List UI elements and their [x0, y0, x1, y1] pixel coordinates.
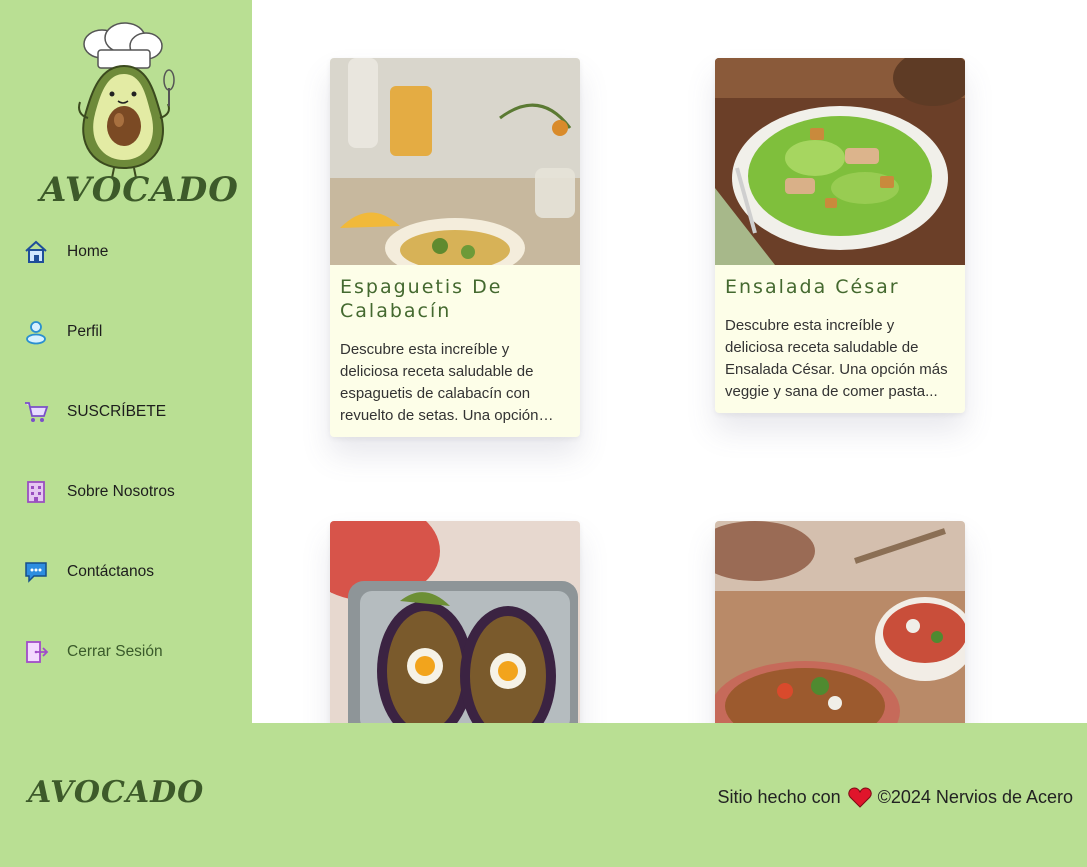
zucchini-spaghetti-photo: [330, 58, 580, 265]
building-icon: [22, 478, 50, 506]
sidebar: AVOCADO Home Perfil SUSCRÍBETE Sobre Nos…: [0, 0, 252, 723]
home-icon: [22, 238, 50, 266]
recipe-description: Descubre esta increíble y deliciosa rece…: [340, 341, 539, 424]
recipe-grid: Espaguetis De Calabacín Descubre esta in…: [252, 0, 1087, 723]
quinoa-salad-photo: [715, 521, 965, 723]
sidebar-item-label: Contáctanos: [67, 563, 155, 580]
sidebar-item-home[interactable]: Home: [22, 232, 242, 272]
stuffed-eggplant-photo: [330, 521, 580, 723]
sidebar-logo-text: AVOCADO: [40, 170, 239, 210]
credit-suffix: ©2024 Nervios de Acero: [877, 787, 1073, 807]
sidebar-item-label: Perfil: [67, 323, 103, 340]
sidebar-item-sobre-nosotros[interactable]: Sobre Nosotros: [22, 472, 242, 512]
recipe-title: Espaguetis De Calabacín: [340, 276, 503, 322]
recipe-title: Ensalada César: [725, 276, 900, 298]
footer-logo-text[interactable]: AVOCADO: [28, 775, 204, 810]
sidebar-item-cerrar-sesion[interactable]: Cerrar Sesión: [22, 632, 242, 672]
cart-icon: [22, 398, 50, 426]
sidebar-item-label: SUSCRÍBETE: [67, 403, 167, 420]
footer-credit: Sitio hecho con ©2024 Nervios de Acero: [718, 787, 1073, 808]
credit-prefix: Sitio hecho con: [717, 787, 841, 807]
sidebar-item-label: Home: [67, 243, 109, 260]
caesar-salad-photo: [715, 58, 965, 265]
sidebar-item-label: Sobre Nosotros: [67, 483, 175, 500]
chat-icon: [22, 558, 50, 586]
sidebar-item-contactanos[interactable]: Contáctanos: [22, 552, 242, 592]
sidebar-item-suscribete[interactable]: SUSCRÍBETE: [22, 392, 242, 432]
recipe-card[interactable]: Ensalada César Descubre esta increíble y…: [715, 58, 965, 413]
logout-icon: [22, 638, 50, 666]
footer: AVOCADO Sitio hecho con ©2024 Nervios de…: [0, 723, 1087, 867]
recipe-card[interactable]: [330, 521, 580, 723]
user-icon: [22, 318, 50, 346]
sidebar-item-label: Cerrar Sesión: [67, 643, 163, 660]
recipe-description: Descubre esta increíble y deliciosa rece…: [725, 317, 948, 400]
sidebar-item-perfil[interactable]: Perfil: [22, 312, 242, 352]
heart-icon: [847, 787, 872, 808]
recipe-card[interactable]: Espaguetis De Calabacín Descubre esta in…: [330, 58, 580, 437]
recipe-card[interactable]: [715, 521, 965, 723]
